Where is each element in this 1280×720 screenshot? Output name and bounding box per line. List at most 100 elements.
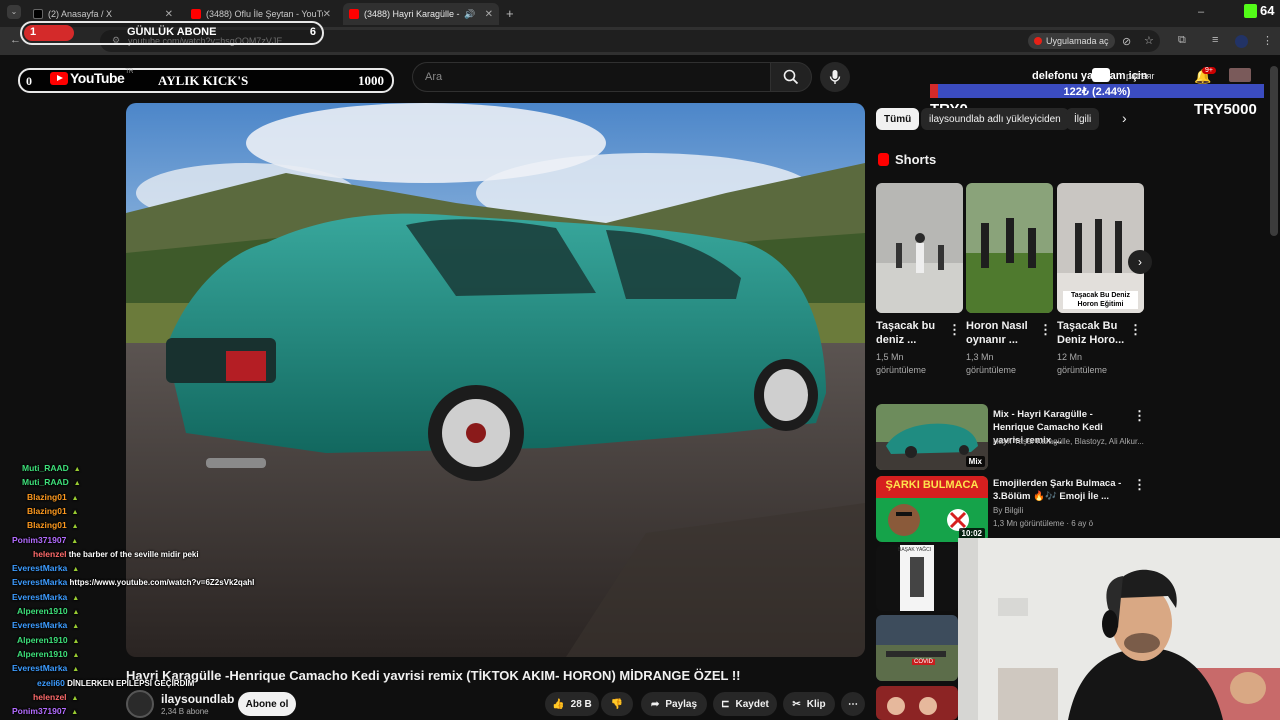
search-placeholder: Ara (425, 71, 443, 83)
more-vertical-icon[interactable]: ⋮ (948, 322, 961, 338)
chat-username: ezeli60 (37, 677, 65, 688)
channel-avatar[interactable] (126, 690, 154, 718)
bookmark-star-icon[interactable]: ☆ (1144, 34, 1154, 47)
chat-username: Blazing01 (27, 491, 67, 502)
rec-thumbnail-image (876, 686, 958, 720)
region-code: TR (125, 69, 134, 75)
subscribe-button[interactable]: Abone ol (238, 692, 296, 716)
chat-username: Muti_RAAD (22, 463, 69, 473)
recommendation-channel: By Bilgili (993, 506, 1024, 515)
menu-dots-icon[interactable]: ⋮ (1262, 34, 1273, 47)
close-icon[interactable]: ✕ (165, 9, 173, 20)
chat-message: Alperen1910 ▲ (17, 649, 79, 659)
more-actions-button[interactable]: ⋯ (841, 692, 865, 716)
short-thumbnail[interactable] (876, 183, 963, 313)
share-button[interactable]: ➦ Paylaş (641, 692, 707, 716)
open-in-app-button[interactable]: Uygulamada aç (1028, 33, 1115, 49)
chat-username: helenzel (33, 548, 67, 559)
short-views: 1,5 Mn görüntüleme (876, 352, 927, 375)
rec-thumb-text: BAŞAK YAĞCI (898, 547, 932, 553)
chip-from-uploader[interactable]: ilaysoundlab adlı yükleyiciden (921, 108, 1069, 130)
chat-emote-icon: ▲ (69, 494, 79, 502)
search-button[interactable] (770, 62, 812, 92)
chat-emote-icon: ▲ (71, 480, 81, 488)
chat-username: Alperen1910 (17, 634, 68, 645)
new-tab-icon[interactable]: + (506, 6, 514, 21)
rec-thumbnail-image (876, 545, 958, 611)
recommendation-thumbnail[interactable]: BAŞAK YAĞCI (876, 545, 958, 611)
save-label: Kaydet (735, 698, 769, 710)
short-views: 12 Mn görüntüleme (1057, 352, 1108, 375)
short-title[interactable]: Taşacak bu deniz ... (876, 319, 946, 347)
chat-message: EverestMarka ▲ (12, 563, 79, 573)
recommendation-thumbnail[interactable] (876, 686, 958, 720)
more-vertical-icon[interactable]: ⋮ (1133, 408, 1146, 424)
recommendation-thumbnail[interactable]: COVID (876, 615, 958, 681)
chat-text: the barber of the seville midir peki (66, 549, 199, 559)
close-icon[interactable]: ✕ (485, 9, 493, 20)
chat-emote-icon: ▲ (70, 609, 80, 616)
daily-current: 1 (30, 26, 37, 38)
reading-list-icon[interactable]: ≡ (1212, 34, 1218, 46)
recommendation-title[interactable]: Emojilerden Şarkı Bulmaca - 3.Bölüm 🔥🎶 E… (993, 477, 1123, 503)
monthly-current: 0 (26, 74, 32, 88)
search-input[interactable]: Ara (412, 62, 770, 92)
short-title[interactable]: Horon Nasıl oynanır ... (966, 319, 1036, 347)
chat-message: EverestMarka ▲ (12, 620, 79, 630)
chip-related[interactable]: İlgili (1066, 108, 1100, 130)
daily-target: 6 (309, 26, 316, 38)
youtube-logo[interactable]: YouTube TR (50, 69, 134, 86)
donation-percent: 122₺ (2.44%) (1063, 86, 1131, 98)
short-title[interactable]: Taşacak Bu Deniz Horo... (1057, 319, 1127, 347)
close-icon[interactable]: ✕ (323, 9, 331, 20)
recommendation-thumbnail[interactable]: ŞARKI BULMACA 10:02 (876, 476, 988, 542)
short-thumbnail-image (966, 183, 1053, 313)
subscriber-count: 2,34 B abone (161, 707, 209, 716)
chevron-right-icon[interactable]: › (1122, 110, 1127, 126)
chat-emote-icon: ▲ (70, 637, 80, 645)
like-button[interactable]: 👍 28 B (545, 692, 599, 716)
tab-youtube-active[interactable]: (3488) Hayri Karagülle -Hen 🔊 ✕ (343, 3, 499, 25)
profile-avatar[interactable] (1235, 35, 1248, 48)
channel-name[interactable]: ilaysoundlab (161, 692, 234, 706)
account-avatar[interactable] (1229, 68, 1251, 82)
tab-title: (3488) Hayri Karagülle -Hen (364, 9, 460, 19)
extensions-icon[interactable]: ⧉ (1178, 34, 1186, 47)
more-vertical-icon[interactable]: ⋮ (1133, 477, 1146, 493)
youtube-play-icon (50, 71, 68, 85)
video-player[interactable] (126, 103, 865, 657)
chat-text: https://www.youtube.com/watch?v=6Z2sVk2q… (67, 578, 255, 588)
shorts-next-button[interactable]: › (1128, 250, 1152, 274)
chat-username: EverestMarka (12, 620, 68, 631)
page-scrollbar[interactable] (1270, 66, 1278, 236)
clip-label: Klip (806, 698, 826, 710)
chat-message: Muti_RAAD ▲ (22, 477, 81, 487)
short-views: 1,3 Mn görüntüleme (966, 352, 1017, 375)
save-button[interactable]: ⊏ Kaydet (713, 692, 777, 716)
minimize-icon[interactable]: – (1198, 6, 1204, 18)
short-thumbnail[interactable]: Taşacak Bu Deniz Horon Eğitimi (1057, 183, 1144, 313)
clip-button[interactable]: ✂ Klip (783, 692, 835, 716)
chat-username: EverestMarka (12, 563, 68, 574)
share-label: Paylaş (665, 698, 698, 710)
tab-search-icon[interactable]: ⌄ (7, 5, 21, 19)
chip-all[interactable]: Tümü (876, 108, 920, 130)
recommendation-thumbnail[interactable]: Mix (876, 404, 988, 470)
chat-emote-icon: ▲ (71, 466, 81, 473)
donation-max: TRY5000 (1194, 101, 1257, 118)
eye-off-icon[interactable]: ⊘ (1122, 35, 1131, 48)
chat-message: Alperen1910 ▲ (17, 606, 79, 616)
chat-emote-icon: ▲ (69, 694, 79, 702)
dislike-button[interactable]: 👎 (601, 692, 633, 716)
chat-message: ezeli60 DİNLERKEN EPİLEPSİ GEÇİRDİM (37, 678, 194, 688)
voice-search-button[interactable] (820, 62, 850, 92)
more-vertical-icon[interactable]: ⋮ (1129, 322, 1142, 338)
speaker-icon[interactable]: 🔊 (464, 9, 475, 20)
chat-message: Blazing01 ▲ (27, 506, 79, 516)
rec-thumb-text: ŞARKI BULMACA (885, 479, 979, 491)
more-vertical-icon[interactable]: ⋮ (1039, 322, 1052, 338)
webcam-feed (958, 538, 1280, 720)
short-thumbnail[interactable] (966, 183, 1053, 313)
create-video-icon[interactable] (1092, 68, 1110, 82)
recommendation-views: 1,3 Mn görüntüleme · 6 ay ö (993, 519, 1094, 528)
